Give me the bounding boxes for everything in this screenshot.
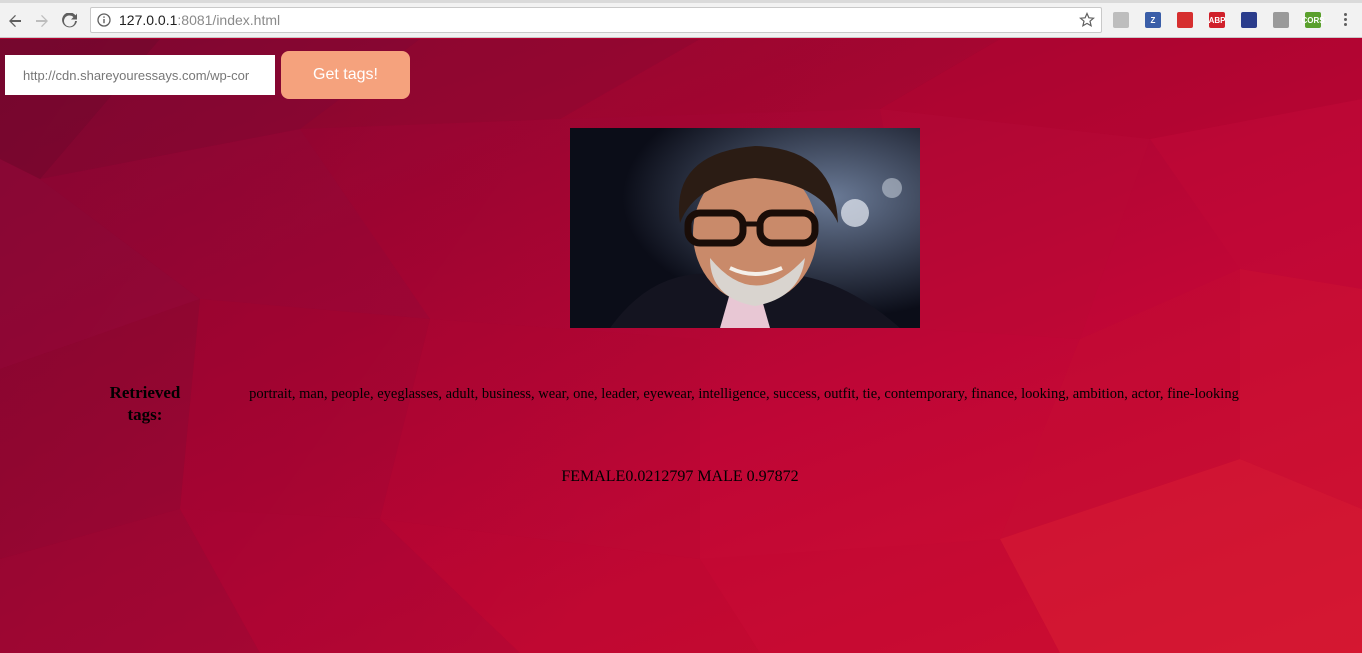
retrieved-tags-list: portrait, man, people, eyeglasses, adult… (249, 386, 1239, 402)
browser-toolbar: 127.0.0.1:8081/index.html Z ABP CORS (0, 3, 1362, 38)
z-extension-icon[interactable]: Z (1145, 12, 1161, 28)
page-content: Get tags! (0, 39, 1362, 653)
image-url-input[interactable] (5, 55, 275, 95)
back-icon[interactable] (4, 10, 26, 32)
cors-extension-icon[interactable]: CORS (1301, 12, 1325, 28)
forward-icon[interactable] (31, 10, 53, 32)
address-url: 127.0.0.1:8081/index.html (119, 12, 280, 28)
pdf-extension-icon[interactable] (1113, 12, 1129, 28)
retrieved-tags-label: Retrieved tags: (109, 383, 181, 424)
bookmark-star-icon[interactable] (1079, 12, 1095, 33)
analyzed-photo (570, 128, 920, 328)
info-icon[interactable] (97, 13, 111, 32)
get-tags-button[interactable]: Get tags! (281, 51, 410, 99)
reload-icon[interactable] (59, 10, 81, 32)
chrome-menu-icon[interactable] (1338, 11, 1352, 29)
opera-extension-icon[interactable] (1177, 12, 1193, 28)
url-path: :8081/index.html (177, 12, 281, 28)
url-host: 127.0.0.1 (119, 12, 178, 28)
address-bar[interactable]: 127.0.0.1:8081/index.html (90, 7, 1102, 33)
flag-extension-icon[interactable] (1241, 12, 1257, 28)
gray-extension-icon[interactable] (1273, 12, 1289, 28)
gender-probabilities: FEMALE0.0212797 MALE 0.97872 (561, 468, 799, 485)
adblock-plus-icon[interactable]: ABP (1209, 12, 1225, 28)
